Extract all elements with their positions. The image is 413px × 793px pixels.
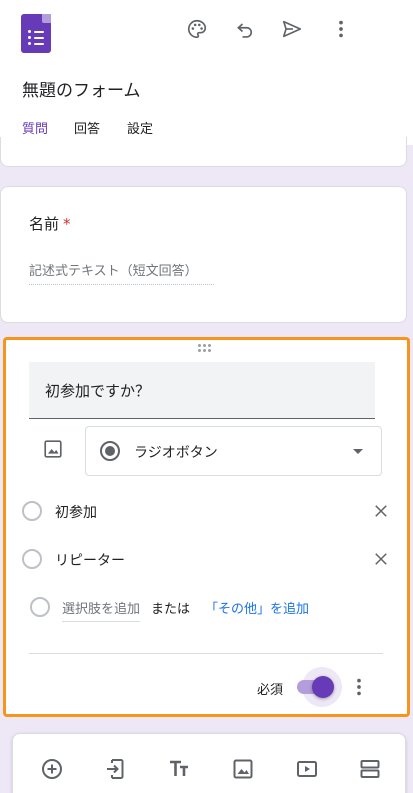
option-radio-icon bbox=[22, 501, 42, 521]
add-video-icon[interactable] bbox=[294, 756, 320, 782]
option-row: リピーター bbox=[22, 547, 402, 571]
undo-icon[interactable] bbox=[233, 17, 257, 41]
required-asterisk: * bbox=[63, 215, 71, 233]
tab-settings[interactable]: 設定 bbox=[127, 118, 153, 137]
tab-responses[interactable]: 回答 bbox=[74, 118, 100, 137]
palette-icon[interactable] bbox=[185, 17, 209, 41]
required-toggle-knob[interactable] bbox=[312, 676, 334, 698]
option-radio-icon bbox=[30, 597, 50, 617]
add-section-icon[interactable] bbox=[357, 756, 383, 782]
radio-button-icon bbox=[100, 441, 120, 461]
form-editor-canvas: 名前 * 記述式テキスト（短文回答） 初参加ですか？ ラジオボタン 初参加 リピ… bbox=[0, 137, 413, 793]
card-divider bbox=[29, 653, 383, 654]
question-type-dropdown[interactable]: ラジオボタン bbox=[85, 426, 382, 476]
option-label[interactable]: 初参加 bbox=[55, 502, 97, 522]
question-text-field[interactable]: 初参加ですか？ bbox=[29, 362, 375, 419]
tab-questions[interactable]: 質問 bbox=[22, 118, 48, 137]
option-row: 初参加 bbox=[22, 499, 402, 523]
add-title-icon[interactable] bbox=[166, 756, 192, 782]
question-type-label: ラジオボタン bbox=[134, 445, 218, 461]
app-header: 無題のフォーム 質問 回答 設定 bbox=[0, 0, 413, 145]
or-text: または bbox=[151, 602, 191, 617]
add-option-input[interactable]: 選択肢を追加 bbox=[62, 598, 141, 622]
add-image-icon[interactable] bbox=[42, 438, 64, 460]
form-header-card[interactable] bbox=[0, 137, 407, 167]
option-label[interactable]: リピーター bbox=[55, 550, 125, 570]
more-vert-icon[interactable] bbox=[329, 17, 353, 41]
question-text: 初参加ですか？ bbox=[45, 382, 151, 400]
add-option-row bbox=[22, 595, 50, 619]
add-other-link[interactable]: 「その他」を追加 bbox=[205, 598, 309, 617]
dropdown-arrow-icon bbox=[353, 449, 363, 454]
question-title-text: 名前 bbox=[29, 215, 60, 233]
add-image-icon[interactable] bbox=[230, 756, 256, 782]
question-card-name[interactable]: 名前 * 記述式テキスト（短文回答） bbox=[0, 186, 407, 323]
short-answer-placeholder: 記述式テキスト（短文回答） bbox=[29, 260, 214, 285]
bottom-toolbar bbox=[12, 733, 406, 793]
send-icon[interactable] bbox=[280, 17, 304, 41]
form-title[interactable]: 無題のフォーム bbox=[22, 76, 141, 101]
question-title: 名前 * bbox=[29, 213, 71, 234]
drag-handle-icon[interactable] bbox=[198, 344, 214, 354]
google-forms-logo[interactable] bbox=[21, 14, 51, 53]
add-question-icon[interactable] bbox=[39, 756, 65, 782]
active-question-card[interactable]: 初参加ですか？ ラジオボタン 初参加 リピーター 選択肢を追加 または 「その他… bbox=[3, 337, 410, 717]
remove-option-icon[interactable] bbox=[372, 502, 390, 520]
question-more-icon[interactable] bbox=[348, 676, 370, 698]
option-radio-icon bbox=[22, 549, 42, 569]
remove-option-icon[interactable] bbox=[372, 550, 390, 568]
import-questions-icon[interactable] bbox=[102, 756, 128, 782]
required-label: 必須 bbox=[257, 683, 284, 698]
